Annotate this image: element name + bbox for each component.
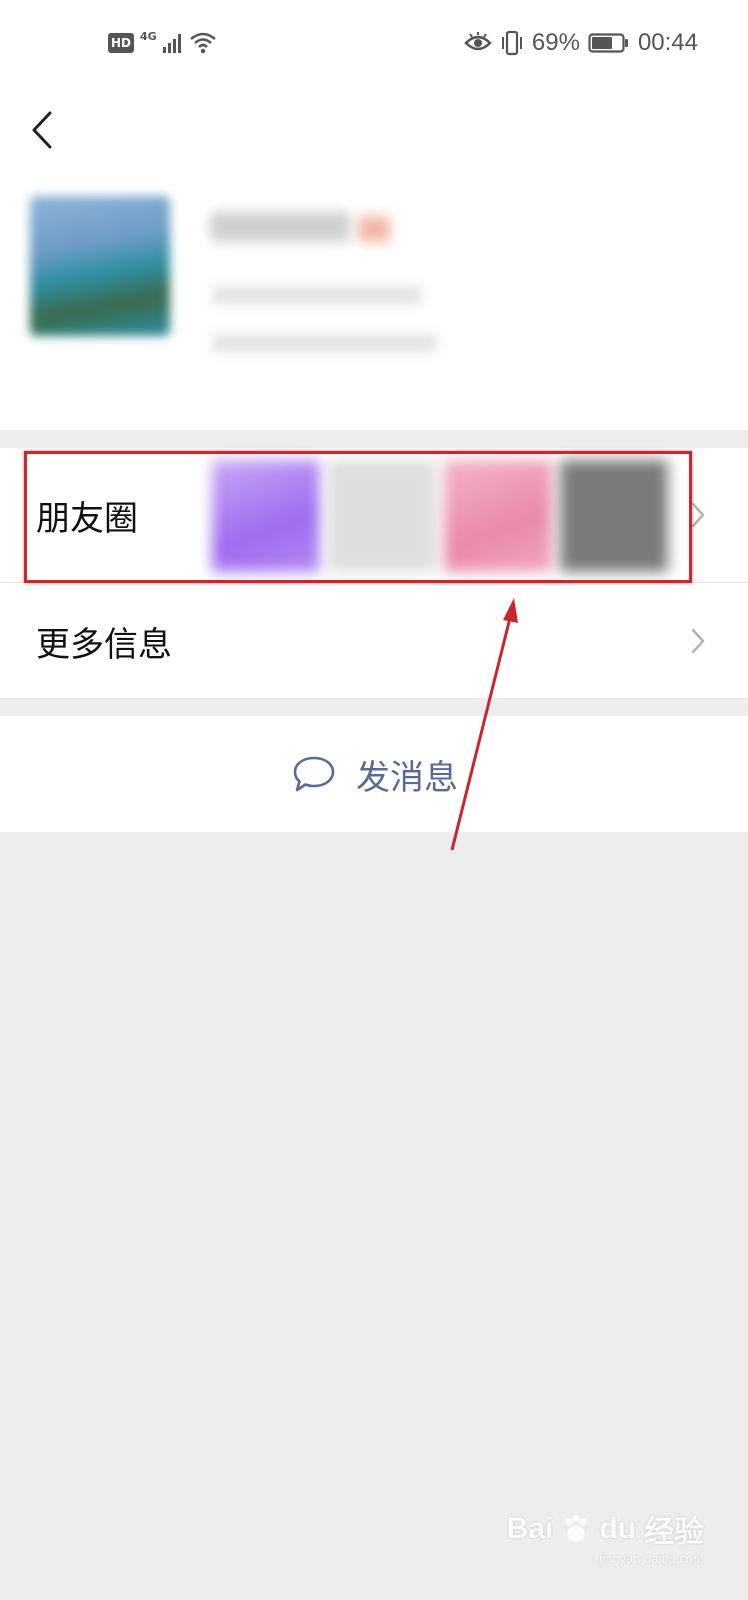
network-type-label: 4G — [140, 30, 157, 43]
profile-wechat-id-blurred — [212, 286, 422, 304]
more-info-row[interactable]: 更多信息 — [0, 582, 748, 699]
clock-time: 00:44 — [637, 29, 698, 56]
profile-name-badge-blurred — [358, 216, 390, 242]
back-button[interactable] — [22, 100, 62, 160]
more-info-label: 更多信息 — [36, 624, 172, 665]
status-bar-right: 69% 00:44 — [464, 24, 698, 62]
chat-bubble-icon — [293, 756, 335, 792]
hd-badge: HD — [108, 33, 135, 53]
watermark-brand: Bai du 经验 — [507, 1507, 704, 1551]
send-message-label: 发消息 — [356, 757, 458, 798]
chevron-right-icon — [691, 502, 705, 528]
baidu-jingyan-watermark: Bai du 经验 jingyan.baidu.com — [507, 1507, 704, 1566]
battery-icon — [588, 33, 628, 53]
profile-name-blurred — [210, 212, 350, 242]
eye-comfort-icon — [464, 32, 492, 51]
more-info-chevron — [686, 621, 710, 661]
wifi-icon — [189, 32, 216, 54]
signal-icon — [162, 34, 181, 53]
send-message-button[interactable]: 发消息 — [292, 744, 458, 804]
status-bar-left: HD 4G — [108, 28, 217, 58]
watermark-suffix: 经验 — [644, 1516, 704, 1549]
profile-avatar[interactable] — [30, 196, 170, 336]
paw-icon — [565, 1515, 587, 1542]
vibrate-icon — [501, 30, 522, 56]
profile-header — [0, 86, 748, 430]
watermark-du: du — [599, 1512, 636, 1545]
status-bar: HD 4G 69% 00:44 — [0, 0, 748, 86]
battery-percent: 69% — [531, 29, 580, 56]
chevron-left-icon — [32, 111, 52, 149]
chevron-right-icon — [691, 628, 705, 654]
send-message-section: 发消息 — [0, 716, 748, 832]
profile-region-blurred — [212, 334, 437, 352]
watermark-url: jingyan.baidu.com — [599, 1551, 704, 1566]
watermark-bai: Bai — [506, 1512, 554, 1545]
annotation-highlight-box — [24, 451, 692, 583]
